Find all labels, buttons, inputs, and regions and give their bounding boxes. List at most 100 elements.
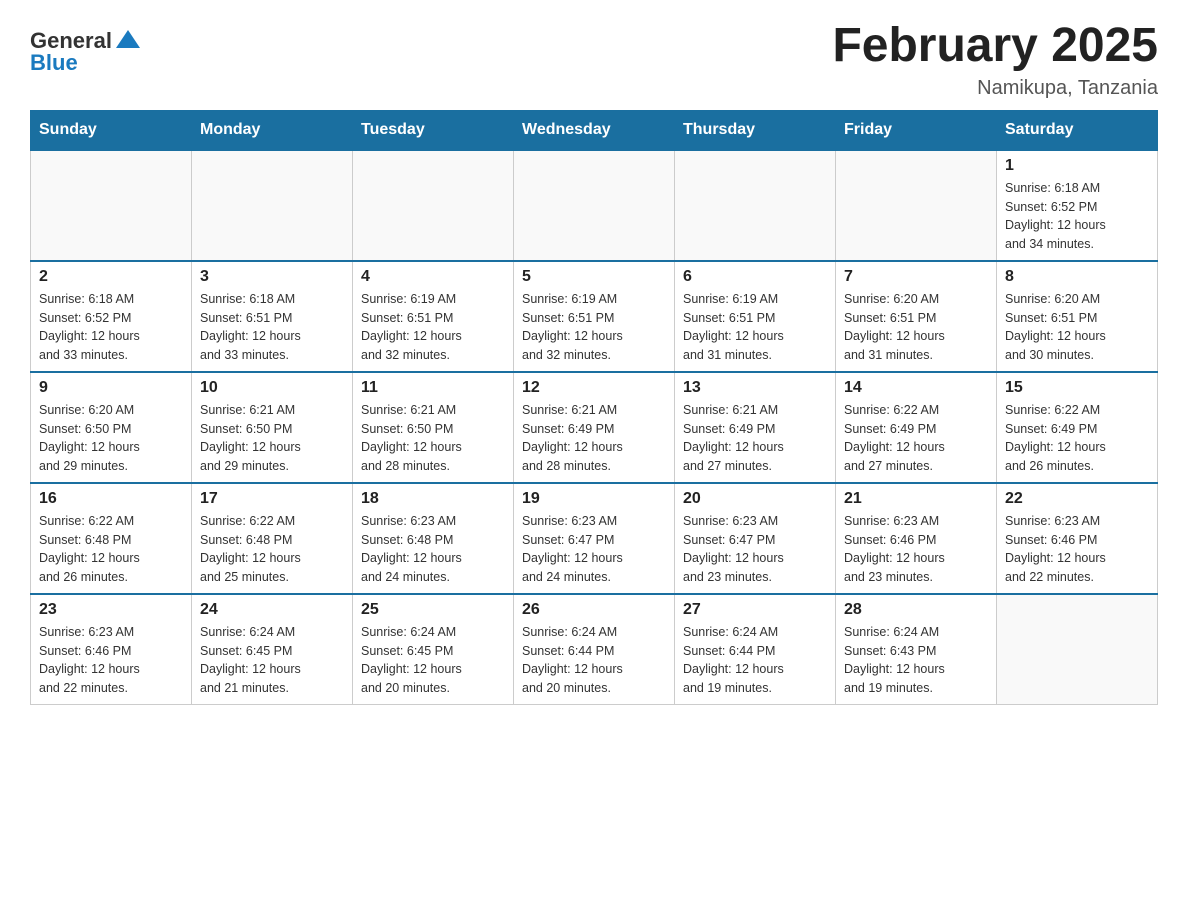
day-info: Sunrise: 6:23 AM Sunset: 6:47 PM Dayligh… — [683, 512, 827, 587]
day-number: 27 — [683, 601, 827, 619]
calendar-cell: 1 Sunrise: 6:18 AM Sunset: 6:52 PM Daylig… — [997, 150, 1158, 261]
day-info: Sunrise: 6:18 AM Sunset: 6:52 PM Dayligh… — [1005, 179, 1149, 254]
day-info: Sunrise: 6:21 AM Sunset: 6:50 PM Dayligh… — [200, 401, 344, 476]
calendar-cell — [353, 150, 514, 261]
day-number: 5 — [522, 268, 666, 286]
page-header: General Blue February 2025 Namikupa, Tan… — [30, 20, 1158, 100]
day-info: Sunrise: 6:22 AM Sunset: 6:49 PM Dayligh… — [844, 401, 988, 476]
day-info: Sunrise: 6:24 AM Sunset: 6:45 PM Dayligh… — [361, 623, 505, 698]
calendar-cell — [514, 150, 675, 261]
day-number: 13 — [683, 379, 827, 397]
day-number: 25 — [361, 601, 505, 619]
weekday-header-tuesday: Tuesday — [353, 110, 514, 150]
day-number: 6 — [683, 268, 827, 286]
day-number: 4 — [361, 268, 505, 286]
day-number: 24 — [200, 601, 344, 619]
day-number: 12 — [522, 379, 666, 397]
day-number: 11 — [361, 379, 505, 397]
calendar-cell: 13 Sunrise: 6:21 AM Sunset: 6:49 PM Dayli… — [675, 372, 836, 483]
calendar-cell: 19 Sunrise: 6:23 AM Sunset: 6:47 PM Dayli… — [514, 483, 675, 594]
day-number: 20 — [683, 490, 827, 508]
day-info: Sunrise: 6:20 AM Sunset: 6:51 PM Dayligh… — [844, 290, 988, 365]
day-info: Sunrise: 6:22 AM Sunset: 6:48 PM Dayligh… — [39, 512, 183, 587]
day-info: Sunrise: 6:23 AM Sunset: 6:46 PM Dayligh… — [39, 623, 183, 698]
calendar-week-row-1: 1 Sunrise: 6:18 AM Sunset: 6:52 PM Daylig… — [31, 150, 1158, 261]
day-info: Sunrise: 6:20 AM Sunset: 6:51 PM Dayligh… — [1005, 290, 1149, 365]
day-number: 28 — [844, 601, 988, 619]
logo: General Blue — [30, 30, 140, 74]
day-number: 3 — [200, 268, 344, 286]
calendar-cell: 15Sunrise: 6:22 AM Sunset: 6:49 PM Dayli… — [997, 372, 1158, 483]
logo-triangle-right-icon — [128, 30, 140, 48]
calendar-cell — [675, 150, 836, 261]
month-title: February 2025 — [832, 20, 1158, 73]
day-info: Sunrise: 6:20 AM Sunset: 6:50 PM Dayligh… — [39, 401, 183, 476]
day-info: Sunrise: 6:21 AM Sunset: 6:49 PM Dayligh… — [683, 401, 827, 476]
day-info: Sunrise: 6:24 AM Sunset: 6:45 PM Dayligh… — [200, 623, 344, 698]
day-info: Sunrise: 6:24 AM Sunset: 6:44 PM Dayligh… — [522, 623, 666, 698]
day-info: Sunrise: 6:21 AM Sunset: 6:50 PM Dayligh… — [361, 401, 505, 476]
day-info: Sunrise: 6:22 AM Sunset: 6:48 PM Dayligh… — [200, 512, 344, 587]
day-number: 23 — [39, 601, 183, 619]
calendar-week-row-3: 9Sunrise: 6:20 AM Sunset: 6:50 PM Daylig… — [31, 372, 1158, 483]
weekday-header-friday: Friday — [836, 110, 997, 150]
calendar-cell: 20 Sunrise: 6:23 AM Sunset: 6:47 PM Dayli… — [675, 483, 836, 594]
calendar-cell: 12 Sunrise: 6:21 AM Sunset: 6:49 PM Dayli… — [514, 372, 675, 483]
calendar-cell: 18Sunrise: 6:23 AM Sunset: 6:48 PM Dayli… — [353, 483, 514, 594]
weekday-header-row: SundayMondayTuesdayWednesdayThursdayFrid… — [31, 110, 1158, 150]
day-number: 21 — [844, 490, 988, 508]
weekday-header-thursday: Thursday — [675, 110, 836, 150]
day-number: 16 — [39, 490, 183, 508]
calendar-cell: 24 Sunrise: 6:24 AM Sunset: 6:45 PM Dayli… — [192, 594, 353, 705]
day-info: Sunrise: 6:18 AM Sunset: 6:52 PM Dayligh… — [39, 290, 183, 365]
day-number: 26 — [522, 601, 666, 619]
calendar-cell: 3Sunrise: 6:18 AM Sunset: 6:51 PM Daylig… — [192, 261, 353, 372]
calendar-cell: 21 Sunrise: 6:23 AM Sunset: 6:46 PM Dayli… — [836, 483, 997, 594]
logo-general-text: General — [30, 30, 112, 52]
day-number: 19 — [522, 490, 666, 508]
calendar-cell: 7 Sunrise: 6:20 AM Sunset: 6:51 PM Daylig… — [836, 261, 997, 372]
day-number: 1 — [1005, 157, 1149, 175]
day-info: Sunrise: 6:19 AM Sunset: 6:51 PM Dayligh… — [361, 290, 505, 365]
calendar-cell: 26 Sunrise: 6:24 AM Sunset: 6:44 PM Dayli… — [514, 594, 675, 705]
weekday-header-wednesday: Wednesday — [514, 110, 675, 150]
calendar-cell — [997, 594, 1158, 705]
calendar-cell: 5 Sunrise: 6:19 AM Sunset: 6:51 PM Daylig… — [514, 261, 675, 372]
calendar-cell: 14 Sunrise: 6:22 AM Sunset: 6:49 PM Dayli… — [836, 372, 997, 483]
day-number: 7 — [844, 268, 988, 286]
calendar-cell: 23 Sunrise: 6:23 AM Sunset: 6:46 PM Dayli… — [31, 594, 192, 705]
day-info: Sunrise: 6:19 AM Sunset: 6:51 PM Dayligh… — [522, 290, 666, 365]
calendar-week-row-2: 2 Sunrise: 6:18 AM Sunset: 6:52 PM Daylig… — [31, 261, 1158, 372]
day-info: Sunrise: 6:23 AM Sunset: 6:47 PM Dayligh… — [522, 512, 666, 587]
day-info: Sunrise: 6:23 AM Sunset: 6:46 PM Dayligh… — [1005, 512, 1149, 587]
calendar-week-row-5: 23 Sunrise: 6:23 AM Sunset: 6:46 PM Dayli… — [31, 594, 1158, 705]
weekday-header-monday: Monday — [192, 110, 353, 150]
day-number: 2 — [39, 268, 183, 286]
calendar-cell: 22 Sunrise: 6:23 AM Sunset: 6:46 PM Dayli… — [997, 483, 1158, 594]
day-info: Sunrise: 6:24 AM Sunset: 6:44 PM Dayligh… — [683, 623, 827, 698]
title-area: February 2025 Namikupa, Tanzania — [832, 20, 1158, 100]
logo-blue-text: Blue — [30, 52, 140, 74]
calendar-week-row-4: 16 Sunrise: 6:22 AM Sunset: 6:48 PM Dayli… — [31, 483, 1158, 594]
calendar-cell: 25 Sunrise: 6:24 AM Sunset: 6:45 PM Dayli… — [353, 594, 514, 705]
calendar-cell: 11 Sunrise: 6:21 AM Sunset: 6:50 PM Dayli… — [353, 372, 514, 483]
day-number: 18 — [361, 490, 505, 508]
calendar-cell: 27 Sunrise: 6:24 AM Sunset: 6:44 PM Dayli… — [675, 594, 836, 705]
calendar-cell: 6 Sunrise: 6:19 AM Sunset: 6:51 PM Daylig… — [675, 261, 836, 372]
day-number: 17 — [200, 490, 344, 508]
day-number: 14 — [844, 379, 988, 397]
logo-triangle-left-icon — [116, 30, 128, 48]
day-info: Sunrise: 6:22 AM Sunset: 6:49 PM Dayligh… — [1005, 401, 1149, 476]
day-number: 22 — [1005, 490, 1149, 508]
calendar-cell — [836, 150, 997, 261]
calendar-cell: 28Sunrise: 6:24 AM Sunset: 6:43 PM Dayli… — [836, 594, 997, 705]
calendar-cell: 2 Sunrise: 6:18 AM Sunset: 6:52 PM Daylig… — [31, 261, 192, 372]
calendar-cell: 10 Sunrise: 6:21 AM Sunset: 6:50 PM Dayli… — [192, 372, 353, 483]
day-info: Sunrise: 6:19 AM Sunset: 6:51 PM Dayligh… — [683, 290, 827, 365]
day-info: Sunrise: 6:23 AM Sunset: 6:46 PM Dayligh… — [844, 512, 988, 587]
day-info: Sunrise: 6:21 AM Sunset: 6:49 PM Dayligh… — [522, 401, 666, 476]
calendar-cell: 8Sunrise: 6:20 AM Sunset: 6:51 PM Daylig… — [997, 261, 1158, 372]
location-subtitle: Namikupa, Tanzania — [832, 77, 1158, 100]
calendar-cell: 4 Sunrise: 6:19 AM Sunset: 6:51 PM Daylig… — [353, 261, 514, 372]
day-number: 10 — [200, 379, 344, 397]
